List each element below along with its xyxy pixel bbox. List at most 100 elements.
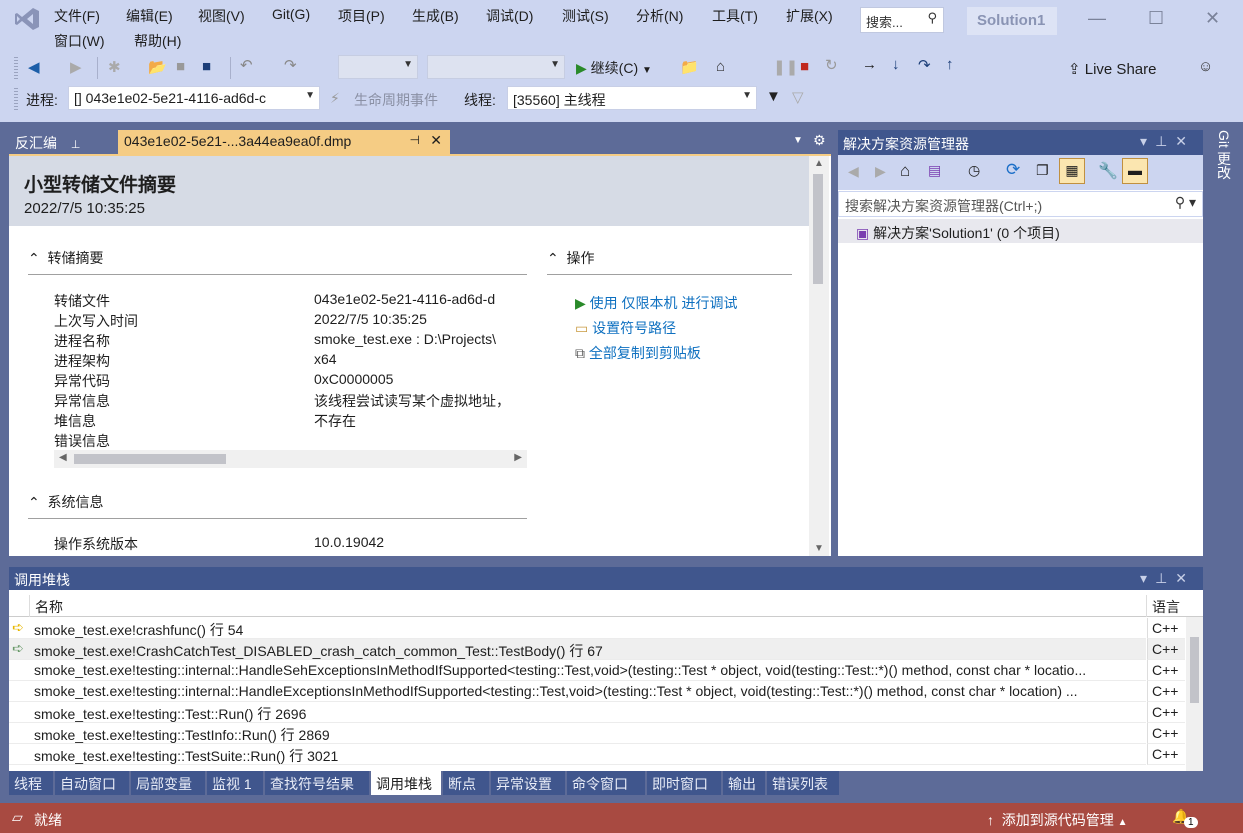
git-changes-tab[interactable]: Git 更改	[1208, 128, 1234, 188]
section-system-info[interactable]: ⌃ 系统信息	[28, 492, 527, 519]
horizontal-scrollbar[interactable]: ◀ ▶	[54, 450, 527, 468]
call-stack-row[interactable]: smoke_test.exe!testing::TestInfo::Run() …	[9, 723, 1146, 744]
pin-icon[interactable]: ⊣	[410, 133, 420, 147]
tool-tab[interactable]: 错误列表	[767, 771, 839, 795]
tab-list-dropdown-icon[interactable]: ▼	[793, 135, 803, 146]
menu-item[interactable]: Git(G)	[272, 6, 310, 22]
debug-native-only-link[interactable]: ▶ 使用 仅限本机 进行调试	[575, 293, 737, 313]
forward-icon[interactable]: ▶	[70, 58, 82, 76]
preview-icon[interactable]: ▬	[1122, 158, 1148, 184]
close-icon[interactable]: ✕	[430, 132, 442, 149]
collapse-all-icon[interactable]: ❐	[1036, 162, 1049, 179]
home-icon[interactable]: ⌂	[716, 58, 725, 75]
menu-item[interactable]: 帮助(H)	[134, 31, 181, 51]
open-folder-icon[interactable]: 📂	[148, 58, 167, 76]
refresh-icon[interactable]: ⟳	[1006, 160, 1020, 180]
step-out-icon[interactable]: ↑	[946, 56, 954, 73]
solution-search-input[interactable]: 搜索解决方案资源管理器(Ctrl+;) ⚲ ▾	[838, 191, 1203, 217]
menu-item[interactable]: 文件(F)	[54, 6, 100, 26]
new-project-icon[interactable]: ✱	[108, 58, 121, 76]
save-all-icon[interactable]: ■	[202, 58, 211, 75]
pending-changes-icon[interactable]: ◷	[968, 162, 980, 179]
pause-icon[interactable]: ❚❚	[773, 58, 798, 76]
set-symbol-path-link[interactable]: ▭ 设置符号路径	[575, 318, 676, 338]
section-dump-summary[interactable]: ⌃ 转储摘要	[28, 248, 527, 275]
toolbar-grip[interactable]	[14, 57, 18, 79]
panel-buttons[interactable]: ▾⊥✕	[1140, 133, 1195, 150]
vertical-scrollbar[interactable]: ▲ ▼	[809, 156, 829, 556]
forward-icon[interactable]: ▶	[875, 163, 886, 180]
minimize-button[interactable]: —	[1088, 8, 1106, 29]
tool-tab[interactable]: 监视 1	[207, 771, 263, 795]
continue-button[interactable]: ▶ 继续(C) ▼	[576, 58, 652, 78]
notifications-button[interactable]: 🔔 1	[1172, 808, 1198, 828]
menu-item[interactable]: 生成(B)	[412, 6, 459, 26]
home-icon[interactable]: ⌂	[900, 161, 910, 181]
search-input[interactable]: 搜索... ⚲	[860, 7, 944, 33]
column-header-name[interactable]: 名称	[29, 595, 68, 617]
menu-item[interactable]: 工具(T)	[712, 6, 758, 26]
tool-tab[interactable]: 查找符号结果	[265, 771, 369, 795]
menu-item[interactable]: 测试(S)	[562, 6, 609, 26]
back-icon[interactable]: ◀	[28, 58, 40, 76]
tool-tab[interactable]: 断点	[443, 771, 489, 795]
menu-item[interactable]: 窗口(W)	[54, 31, 105, 51]
menu-item[interactable]: 项目(P)	[338, 6, 385, 26]
tool-tab[interactable]: 局部变量	[131, 771, 205, 795]
restart-icon[interactable]: ↻	[825, 56, 838, 74]
panel-buttons[interactable]: ▾⊥✕	[1140, 570, 1195, 587]
tab-dump-file[interactable]: 043e1e02-5e21-...3a44ea9ea0f.dmp ⊣ ✕	[118, 130, 450, 154]
undo-icon[interactable]: ↶	[240, 56, 253, 74]
menu-item[interactable]: 调试(D)	[486, 6, 533, 26]
gear-icon[interactable]: ⚙	[813, 132, 826, 149]
copy-all-link[interactable]: ⧉ 全部复制到剪贴板	[575, 343, 701, 363]
live-share-button[interactable]: ⇪ Live Share	[1068, 60, 1156, 78]
tool-tab[interactable]: 输出	[723, 771, 765, 795]
column-header-language[interactable]: 语言	[1146, 595, 1185, 617]
close-window-button[interactable]: ✕	[1205, 8, 1220, 29]
tool-tab[interactable]: 调用堆栈	[371, 771, 441, 795]
tool-tab[interactable]: 命令窗口	[567, 771, 645, 795]
tool-tab[interactable]: 线程	[9, 771, 53, 795]
find-icon[interactable]: 📁	[680, 58, 699, 76]
save-icon[interactable]: ■	[176, 58, 185, 75]
step-over-icon[interactable]: ↷	[918, 56, 931, 74]
call-stack-row[interactable]: smoke_test.exe!testing::Test::Run() 行 26…	[9, 702, 1146, 723]
call-stack-row[interactable]: smoke_test.exe!testing::internal::Handle…	[9, 681, 1146, 702]
tab-disassembly[interactable]: 反汇编 ⊥	[9, 130, 117, 154]
call-stack-row[interactable]: ➪ smoke_test.exe!CrashCatchTest_DISABLED_…	[9, 639, 1146, 660]
process-dropdown[interactable]: [] 043e1e02-5e21-4116-ad6d-c ▼	[68, 86, 320, 110]
menu-item[interactable]: 扩展(X)	[786, 6, 833, 26]
show-all-files-icon[interactable]: ▦	[1059, 158, 1085, 184]
call-stack-row[interactable]: ➪ smoke_test.exe!crashfunc() 行 54	[9, 618, 1146, 639]
configuration-dropdown[interactable]: ▼	[338, 55, 418, 79]
menu-item[interactable]: 视图(V)	[198, 6, 245, 26]
tool-tab[interactable]: 即时窗口	[647, 771, 721, 795]
platform-dropdown[interactable]: ▼	[427, 55, 565, 79]
menu-item[interactable]: 编辑(E)	[126, 6, 173, 26]
back-icon[interactable]: ◀	[848, 163, 859, 180]
pin-icon[interactable]: ⊥	[71, 139, 81, 151]
filter-clear-icon[interactable]: ▽	[792, 88, 804, 106]
tool-tab[interactable]: 异常设置	[491, 771, 565, 795]
properties-wrench-icon[interactable]: 🔧	[1098, 161, 1118, 181]
lifecycle-events-button[interactable]: 生命周期事件	[354, 90, 438, 110]
maximize-button[interactable]: ☐	[1148, 8, 1164, 29]
call-stack-row[interactable]: smoke_test.exe!testing::TestSuite::Run()…	[9, 744, 1146, 765]
section-actions[interactable]: ⌃ 操作	[547, 248, 792, 275]
call-stack-row[interactable]: smoke_test.exe!testing::internal::Handle…	[9, 660, 1146, 681]
step-into-icon[interactable]: ↓	[892, 56, 900, 73]
stop-icon[interactable]: ■	[800, 58, 809, 75]
thread-dropdown[interactable]: [35560] 主线程 ▼	[507, 86, 757, 110]
add-to-source-control-button[interactable]: ↑ 添加到源代码管理 ▲	[987, 810, 1128, 830]
switch-views-icon[interactable]: ▤	[928, 162, 941, 179]
toolbar-grip[interactable]	[14, 88, 18, 110]
vertical-scrollbar[interactable]	[1186, 617, 1203, 771]
tool-tab[interactable]: 自动窗口	[55, 771, 129, 795]
tree-item-solution[interactable]: ▣ 解决方案'Solution1' (0 个项目)	[838, 219, 1203, 243]
redo-icon[interactable]: ↷	[284, 56, 297, 74]
show-next-statement-icon[interactable]: →	[862, 56, 877, 73]
feedback-icon[interactable]: ☺	[1198, 58, 1213, 75]
filter-icon[interactable]: ▼	[766, 88, 781, 105]
menu-item[interactable]: 分析(N)	[636, 6, 683, 26]
